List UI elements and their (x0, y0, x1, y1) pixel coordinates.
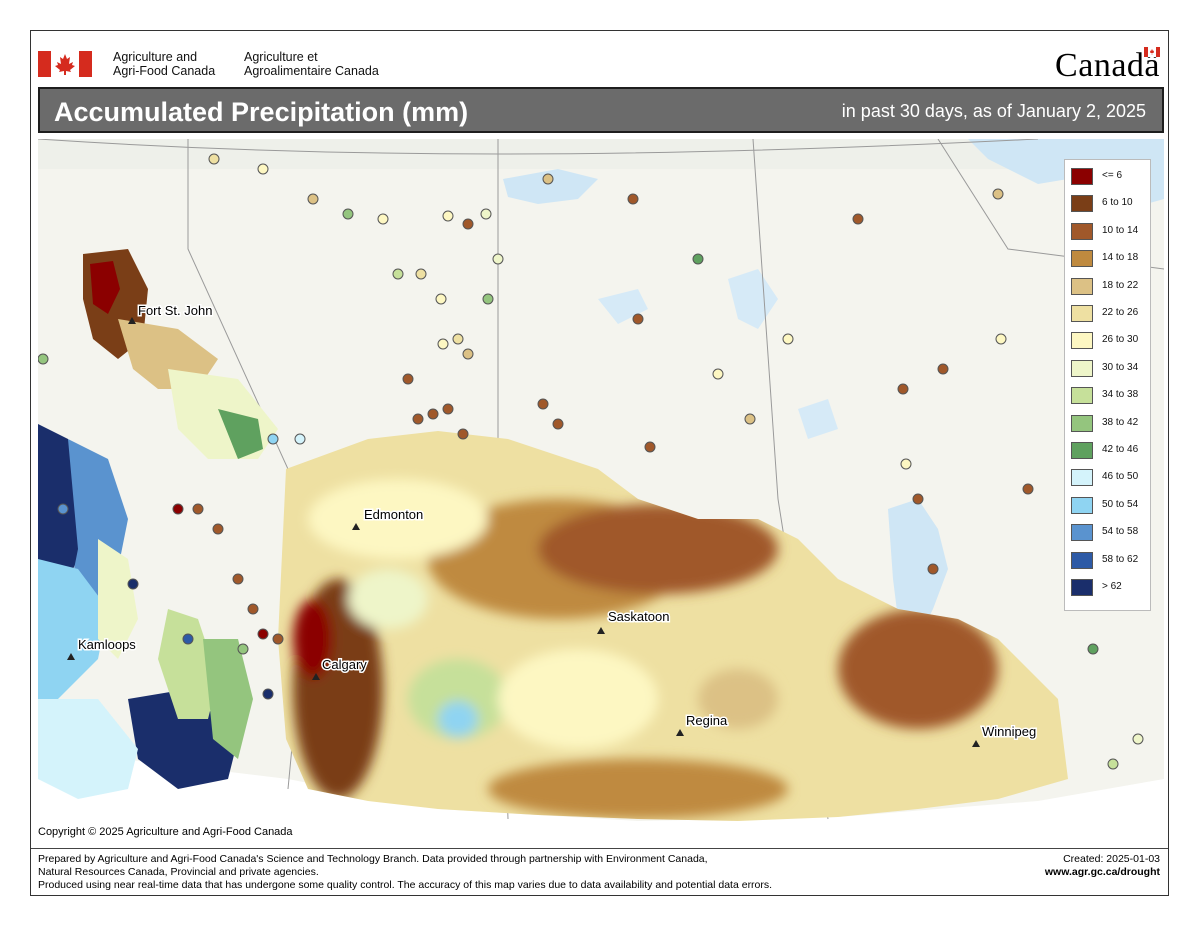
legend-swatch (1071, 168, 1093, 185)
dept-en-line1: Agriculture and (113, 50, 198, 64)
legend-label: 54 to 58 (1102, 526, 1139, 538)
legend-label: 46 to 50 (1102, 471, 1139, 483)
header: Agriculture and Agri-Food Canada Agricul… (31, 31, 1168, 86)
legend-swatch (1071, 469, 1093, 487)
city-label-saskatoon: Saskatoon (608, 609, 669, 624)
legend-label: 38 to 42 (1102, 416, 1139, 428)
dept-en-line2: Agri-Food Canada (113, 64, 216, 78)
legend-label: 26 to 30 (1102, 334, 1139, 346)
footer-line3: Produced using near real-time data that … (38, 879, 773, 891)
copyright: Copyright © 2025 Agriculture and Agri-Fo… (38, 826, 293, 838)
dept-fr-line2: Agroalimentaire Canada (244, 64, 379, 78)
map-subtitle: in past 30 days, as of January 2, 2025 (841, 101, 1146, 121)
legend-swatch (1071, 524, 1093, 542)
precipitation-map: Fort St. John Edmonton Saskatoon Kamloop… (38, 139, 1164, 849)
dept-fr-line1: Agriculture et (244, 50, 318, 64)
legend-swatch (1071, 579, 1093, 596)
legend-swatch (1071, 414, 1093, 432)
legend-label: 34 to 38 (1102, 389, 1139, 401)
legend-swatch (1071, 496, 1093, 514)
legend-swatch (1071, 387, 1093, 405)
legend-swatch (1071, 250, 1093, 268)
legend-label: > 62 (1102, 581, 1122, 592)
map-frame: Agriculture and Agri-Food Canada Agricul… (30, 30, 1169, 896)
department-name-french: Agriculture et Agroalimentaire Canada (244, 50, 379, 78)
city-label-fort-st-john: Fort St. John (138, 303, 212, 318)
legend-swatch (1071, 195, 1093, 213)
legend-swatch (1071, 442, 1093, 459)
website-link[interactable]: www.agr.gc.ca/drought (1045, 866, 1160, 879)
legend-swatch (1071, 551, 1093, 569)
city-label-winnipeg: Winnipeg (982, 724, 1036, 739)
legend-label: 10 to 14 (1102, 224, 1139, 236)
footer-line1: Prepared by Agriculture and Agri-Food Ca… (38, 853, 708, 865)
wordmark-flag-icon (1144, 47, 1160, 57)
legend-label: 58 to 62 (1102, 553, 1139, 565)
created-date: Created: 2025-01-03 (1063, 853, 1160, 865)
map-title: Accumulated Precipitation (mm) (54, 97, 469, 127)
city-label-kamloops: Kamloops (78, 637, 136, 652)
legend-swatch (1071, 332, 1093, 350)
legend-label: 14 to 18 (1102, 252, 1139, 264)
department-name-english: Agriculture and Agri-Food Canada (113, 50, 215, 78)
city-label-edmonton: Edmonton (364, 507, 423, 522)
footer-line2: Natural Resources Canada, Provincial and… (38, 866, 319, 878)
city-label-calgary: Calgary (322, 657, 367, 672)
title-bar: Accumulated Precipitation (mm) in past 3… (38, 87, 1164, 133)
legend-label: 30 to 34 (1102, 361, 1139, 373)
city-label-regina: Regina (686, 713, 728, 728)
legend-swatch (1071, 222, 1093, 240)
legend-label: 22 to 26 (1102, 307, 1139, 318)
legend-label: 50 to 54 (1102, 498, 1139, 510)
legend-swatch (1071, 305, 1093, 322)
map-canvas: Fort St. John Edmonton Saskatoon Kamloop… (38, 139, 1164, 849)
footer: Prepared by Agriculture and Agri-Food Ca… (31, 848, 1168, 895)
legend-label: <= 6 (1102, 170, 1123, 181)
footer-notes: Prepared by Agriculture and Agri-Food Ca… (38, 853, 772, 892)
legend-label: 42 to 46 (1102, 444, 1139, 455)
legend-label: 6 to 10 (1102, 197, 1133, 209)
legend-swatch (1071, 277, 1093, 295)
canada-flag-logo (38, 51, 92, 77)
legend: <= 6 6 to 10 10 to 14 14 to 18 18 to 22 22 to… (1064, 159, 1151, 611)
legend-label: 18 to 22 (1102, 279, 1139, 291)
legend-swatch (1071, 359, 1093, 377)
footer-meta: Created: 2025-01-03 www.agr.gc.ca/drough… (1045, 853, 1160, 879)
